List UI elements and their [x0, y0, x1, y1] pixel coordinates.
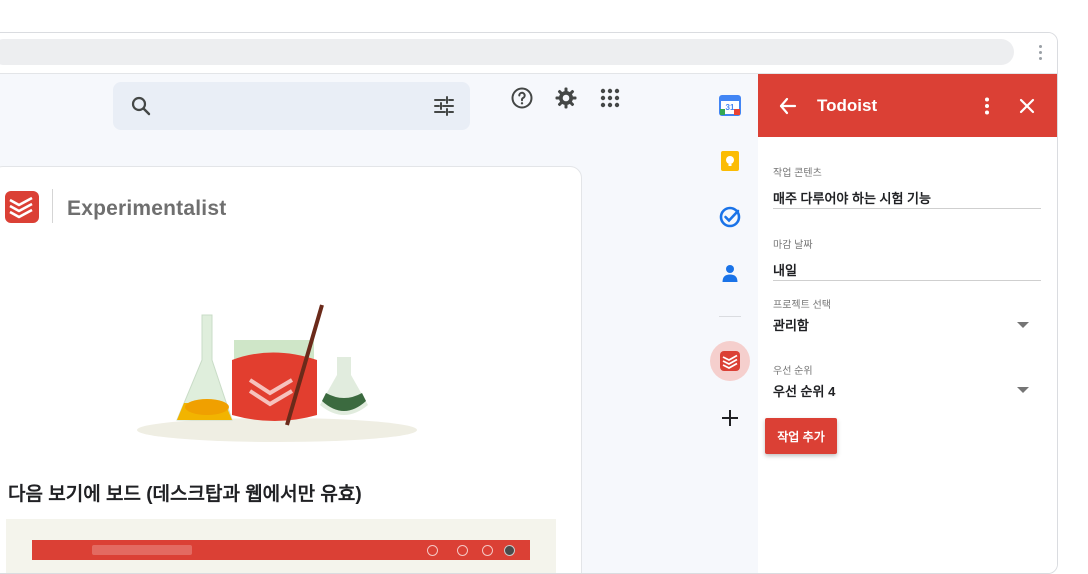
email-card: Experimentalist 다음 보기에 보드 (데스크탑과 웹에서만 유효… — [0, 166, 582, 573]
browser-window: Experimentalist 다음 보기에 보드 (데스크탑과 웹에서만 유효… — [0, 32, 1058, 574]
chevron-down-icon[interactable] — [1017, 322, 1029, 328]
logo-divider — [52, 189, 53, 223]
search-icon[interactable] — [129, 94, 153, 118]
due-date-label: 마감 날짜 — [773, 240, 813, 251]
side-app-strip: 31 — [702, 74, 758, 573]
tasks-icon[interactable] — [719, 206, 741, 228]
preview-avatar — [504, 545, 515, 556]
add-task-button[interactable]: 작업 추가 — [765, 418, 837, 454]
tune-icon[interactable] — [432, 94, 456, 118]
preview-todoist-bar — [32, 540, 530, 560]
preview-icon — [457, 545, 468, 556]
panel-title: Todoist — [817, 96, 878, 115]
project-select[interactable]: 관리함 — [773, 315, 809, 334]
chevron-down-icon[interactable] — [1017, 387, 1029, 393]
browser-toolbar — [0, 33, 1057, 74]
search-input[interactable] — [165, 94, 409, 120]
field-underline — [773, 280, 1041, 281]
brand-name: Experimentalist — [67, 197, 227, 220]
preview-search — [92, 545, 192, 555]
keep-icon[interactable] — [719, 150, 741, 172]
calendar-icon[interactable]: 31 — [719, 94, 741, 116]
todoist-logo-icon — [5, 191, 39, 223]
help-icon[interactable] — [510, 86, 534, 110]
email-headline: 다음 보기에 보드 (데스크탑과 웹에서만 유효) — [8, 484, 362, 505]
task-content-label: 작업 콘텐츠 — [773, 168, 822, 179]
project-select-label: 프로젝트 선택 — [773, 300, 831, 311]
contacts-icon[interactable] — [719, 262, 741, 284]
address-bar[interactable] — [0, 39, 1014, 65]
todoist-icon — [720, 351, 740, 371]
preview-icon — [482, 545, 493, 556]
todoist-addon-button[interactable] — [710, 341, 750, 381]
priority-select[interactable]: 우선 순위 4 — [773, 381, 835, 400]
preview-icon — [427, 545, 438, 556]
todoist-panel: Todoist 작업 콘텐츠 매주 다루어야 하는 시험 기능 마감 날짜 내일… — [758, 74, 1057, 573]
back-arrow-icon[interactable] — [778, 96, 798, 116]
due-date-field[interactable]: 내일 — [773, 260, 797, 279]
apps-grid-icon[interactable] — [598, 86, 622, 110]
search-bar[interactable] — [113, 82, 470, 130]
panel-header: Todoist — [758, 74, 1057, 137]
gear-icon[interactable] — [554, 86, 578, 110]
field-underline — [773, 208, 1041, 209]
svg-text:31: 31 — [726, 103, 735, 112]
plus-icon[interactable] — [719, 407, 741, 429]
more-vert-icon[interactable] — [977, 96, 997, 116]
browser-menu-icon[interactable] — [1037, 41, 1043, 63]
priority-label: 우선 순위 — [773, 366, 813, 377]
lab-flasks-illustration — [137, 304, 417, 442]
close-icon[interactable] — [1017, 96, 1037, 116]
strip-divider — [719, 316, 741, 317]
screenshot-preview — [6, 519, 556, 573]
task-content-field[interactable]: 매주 다루어야 하는 시험 기능 — [773, 188, 931, 207]
gmail-main: Experimentalist 다음 보기에 보드 (데스크탑과 웹에서만 유효… — [0, 74, 702, 573]
